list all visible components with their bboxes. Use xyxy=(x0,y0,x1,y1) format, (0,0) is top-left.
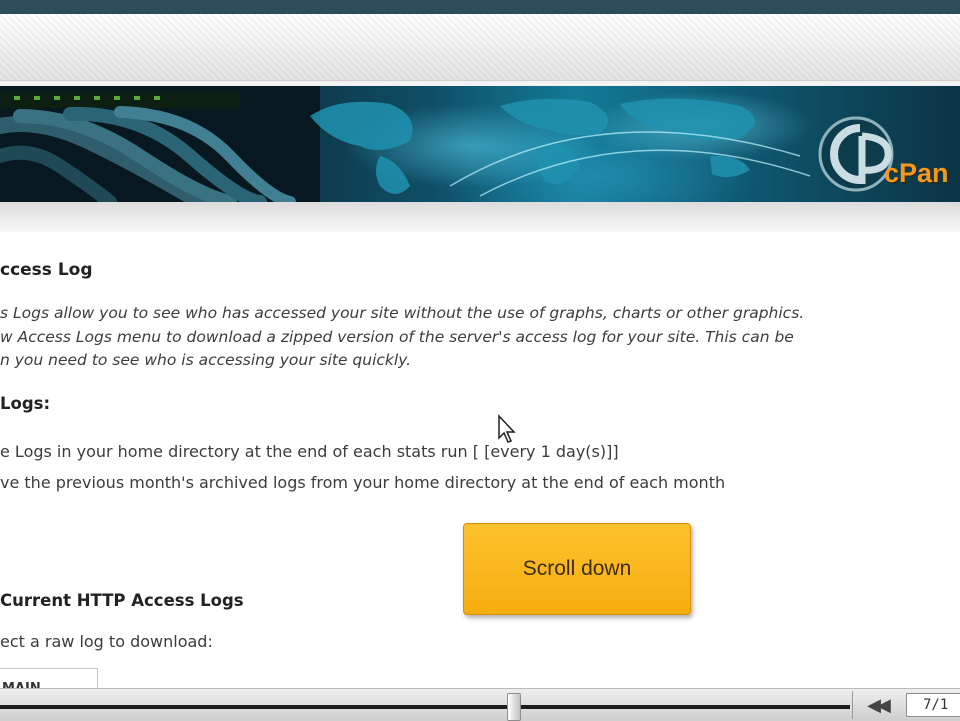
remove-archived-logs-option[interactable]: ve the previous month's archived logs fr… xyxy=(0,473,725,492)
slide-counter: 7/1 xyxy=(906,693,960,717)
archive-logs-option[interactable]: e Logs in your home directory at the end… xyxy=(0,442,619,461)
description-line-1: s Logs allow you to see who has accessed… xyxy=(0,304,805,322)
header-strip xyxy=(0,14,960,81)
window-top-bar xyxy=(0,0,960,14)
description-line-2: w Access Logs menu to download a zipped … xyxy=(0,328,794,346)
seek-handle[interactable] xyxy=(507,693,521,721)
description-line-3: n you need to see who is accessing your … xyxy=(0,351,412,369)
logs-section-heading: Logs: xyxy=(0,394,51,413)
banner-divider xyxy=(0,202,960,232)
main-content xyxy=(0,232,960,696)
rewind-button[interactable]: ◀◀ xyxy=(852,691,901,719)
rewind-icon: ◀◀ xyxy=(867,694,891,716)
current-logs-heading: Current HTTP Access Logs xyxy=(0,591,244,610)
world-map-graphic xyxy=(310,98,811,197)
cpanel-banner xyxy=(0,86,960,202)
video-player-controls: ◀◀ 7/1 xyxy=(0,688,960,721)
page-title: ccess Log xyxy=(0,260,93,280)
seek-track[interactable] xyxy=(0,705,850,709)
cpanel-brand-text: cPan xyxy=(884,158,949,188)
network-cables-graphic xyxy=(0,86,320,202)
scroll-down-callout: Scroll down xyxy=(463,523,691,615)
mouse-cursor-icon xyxy=(498,414,516,443)
select-log-prompt: ect a raw log to download: xyxy=(0,632,213,651)
